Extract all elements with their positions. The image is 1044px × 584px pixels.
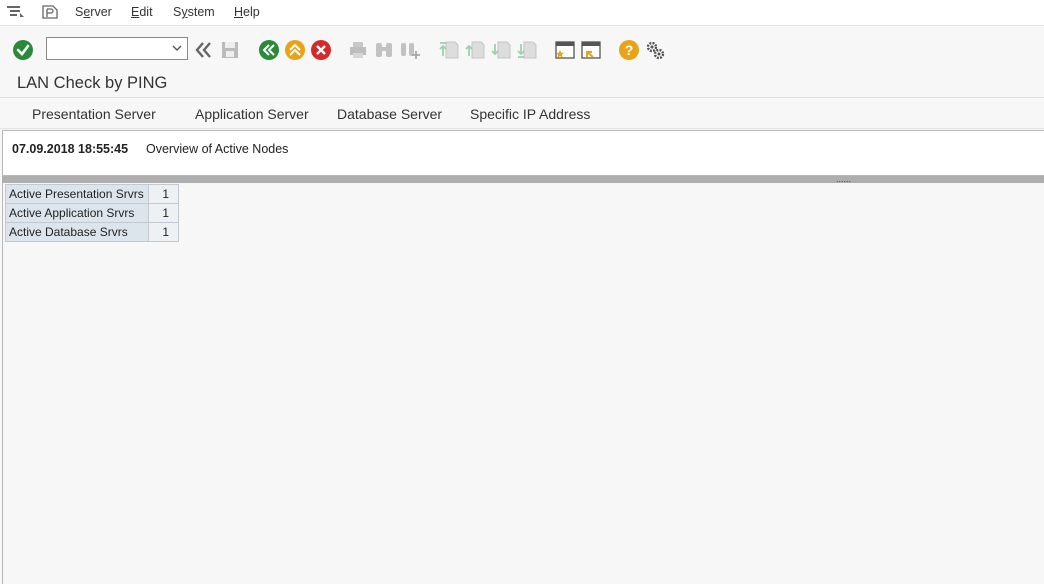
- help-icon[interactable]: ?: [618, 39, 640, 61]
- generate-shortcut-icon[interactable]: [580, 39, 602, 61]
- header-title: Overview of Active Nodes: [146, 142, 289, 156]
- next-page-icon: [491, 41, 511, 59]
- save-icon: [222, 42, 238, 58]
- list-content-area: [2, 183, 1044, 584]
- row-value: 1: [148, 203, 179, 223]
- specific-ip-address-button[interactable]: Specific IP Address: [470, 106, 590, 122]
- row-value: 1: [148, 184, 179, 204]
- sap-logon-icon[interactable]: [41, 4, 59, 20]
- command-field[interactable]: [46, 37, 188, 60]
- table-row: Active Application Srvrs 1: [5, 203, 179, 223]
- table-row: Active Presentation Srvrs 1: [5, 184, 179, 204]
- chevron-down-icon[interactable]: [171, 41, 183, 55]
- header-datetime: 07.09.2018 18:55:45: [12, 142, 129, 156]
- svg-text:?: ?: [625, 42, 634, 58]
- back-icon[interactable]: [258, 39, 280, 61]
- row-label: Active Application Srvrs: [5, 203, 149, 223]
- customize-layout-icon[interactable]: [644, 39, 666, 61]
- presentation-server-button[interactable]: Presentation Server: [32, 106, 156, 122]
- menu-system[interactable]: System: [173, 5, 215, 19]
- collapse-command-field-icon[interactable]: [193, 39, 215, 61]
- cancel-icon[interactable]: [310, 39, 332, 61]
- create-session-icon[interactable]: [554, 39, 576, 61]
- list-header: 07.09.2018 18:55:45 Overview of Active N…: [2, 130, 1044, 176]
- splitter[interactable]: ......: [2, 175, 1044, 184]
- menu-bar: Server Edit System Help: [0, 0, 1044, 26]
- active-nodes-table: Active Presentation Srvrs 1 Active Appli…: [5, 184, 179, 242]
- menu-server[interactable]: Server: [75, 5, 112, 19]
- application-server-button[interactable]: Application Server: [195, 106, 309, 122]
- menu-edit[interactable]: Edit: [131, 5, 153, 19]
- row-value: 1: [148, 222, 179, 242]
- exit-icon[interactable]: [284, 39, 306, 61]
- row-label: Active Presentation Srvrs: [5, 184, 149, 204]
- find-next-icon: [401, 43, 420, 59]
- database-server-button[interactable]: Database Server: [337, 106, 442, 122]
- row-label: Active Database Srvrs: [5, 222, 149, 242]
- splitter-grip[interactable]: ......: [836, 175, 851, 184]
- enter-icon[interactable]: [12, 39, 34, 61]
- previous-page-icon: [465, 41, 485, 59]
- find-icon: [376, 43, 392, 57]
- title-bar: LAN Check by PING: [0, 68, 1044, 98]
- last-page-icon: [517, 41, 537, 59]
- first-page-icon: [439, 41, 459, 59]
- page-title: LAN Check by PING: [17, 74, 168, 92]
- table-row: Active Database Srvrs 1: [5, 222, 179, 242]
- menu-toggle-icon[interactable]: [6, 4, 24, 20]
- print-icon: [350, 42, 366, 58]
- application-toolbar: Presentation Server Application Server D…: [0, 99, 1044, 129]
- menu-help[interactable]: Help: [234, 5, 260, 19]
